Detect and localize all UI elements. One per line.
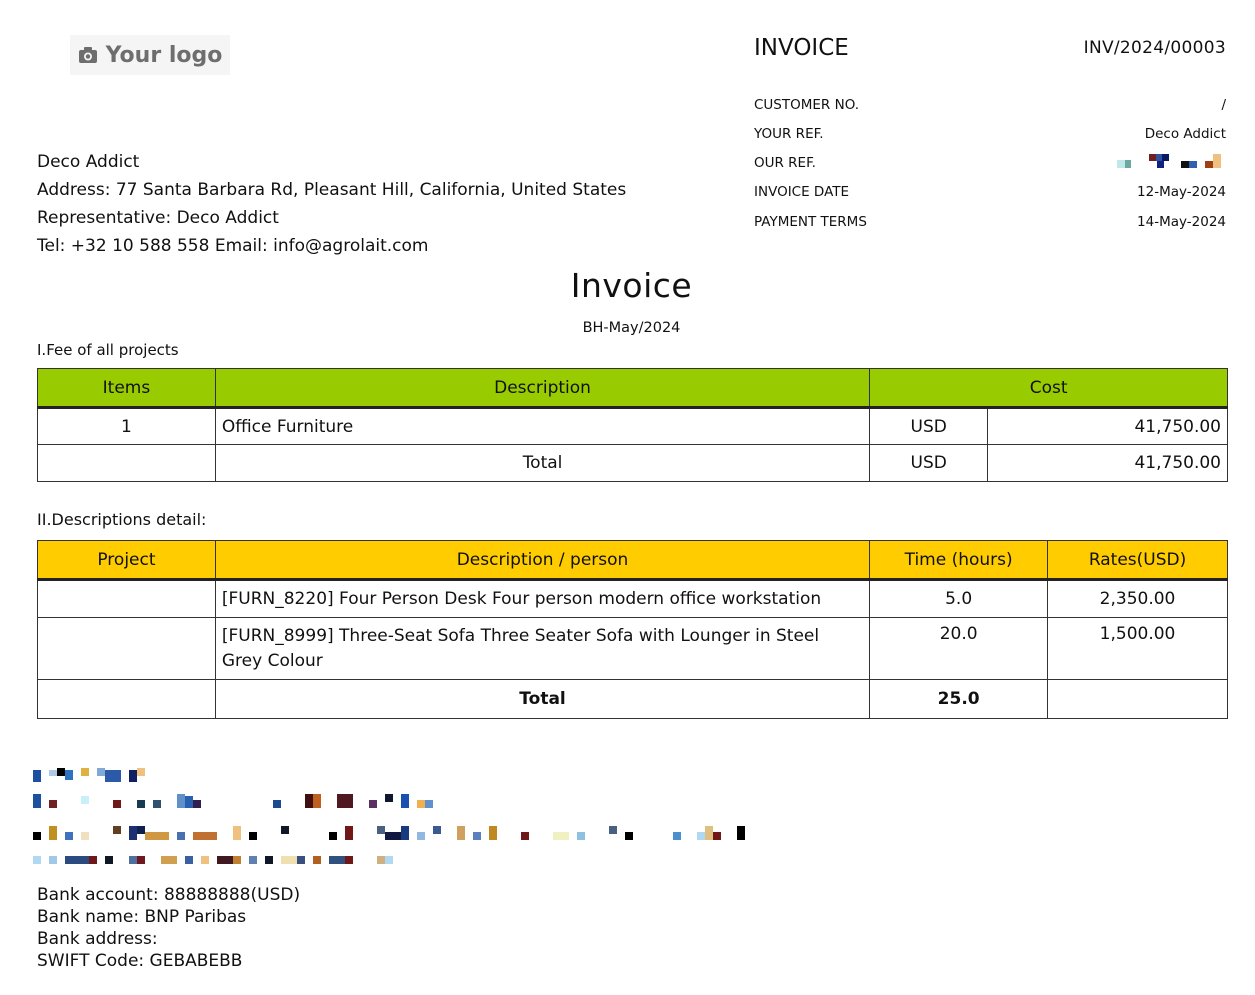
- table-row: [FURN_8999] Three-Seat Sofa Three Seater…: [37, 617, 1228, 680]
- description-cell: [FURN_8999] Three-Seat Sofa Three Seater…: [214, 617, 871, 680]
- redacted-text-block: [33, 768, 753, 868]
- rate-cell: 1,500.00: [1047, 617, 1228, 680]
- document-title: Invoice: [570, 266, 693, 305]
- meta-label: CUSTOMER NO.: [754, 97, 860, 113]
- document-subtitle: BH-May/2024: [582, 320, 681, 336]
- empty-cell: [1047, 679, 1228, 719]
- bank-details: Bank account: 88888888(USD) Bank name: B…: [37, 884, 300, 972]
- meta-value: 14-May-2024: [1137, 214, 1226, 230]
- total-label: Total: [214, 679, 871, 719]
- item-description: Office Furniture: [214, 407, 871, 445]
- column-header-description-person: Description / person: [214, 540, 871, 581]
- bank-address: Bank address:: [37, 929, 158, 949]
- bank-account: Bank account: 88888888(USD): [37, 885, 301, 905]
- redacted-our-ref: [1117, 154, 1227, 170]
- item-currency: USD: [869, 407, 989, 445]
- time-cell: 5.0: [869, 579, 1049, 618]
- column-header-items: Items: [37, 368, 216, 409]
- invoice-heading: INVOICE: [754, 35, 849, 61]
- meta-label: INVOICE DATE: [754, 184, 850, 200]
- empty-cell: [37, 679, 216, 719]
- fees-table: Items Description Cost 1 Office Furnitur…: [37, 368, 1228, 482]
- meta-value: 12-May-2024: [1137, 184, 1226, 200]
- table-header-row: Items Description Cost: [37, 368, 1228, 409]
- total-currency: USD: [869, 444, 989, 482]
- section-heading-details: II.Descriptions detail:: [37, 510, 207, 529]
- table-row: [FURN_8220] Four Person Desk Four person…: [37, 579, 1228, 618]
- column-header-rates: Rates(USD): [1047, 540, 1228, 581]
- meta-value: Deco Addict: [1144, 126, 1226, 142]
- meta-value: /: [1221, 97, 1226, 113]
- logo-text: Your logo: [105, 42, 223, 68]
- details-table: Project Description / person Time (hours…: [37, 540, 1228, 719]
- total-time: 25.0: [869, 679, 1049, 719]
- item-amount: 41,750.00: [987, 407, 1228, 445]
- project-cell: [37, 617, 216, 680]
- invoice-number: INV/2024/00003: [1083, 38, 1226, 58]
- bank-swift: SWIFT Code: GEBABEBB: [37, 951, 243, 971]
- total-amount: 41,750.00: [987, 444, 1228, 482]
- column-header-description: Description: [214, 368, 871, 409]
- bank-name: Bank name: BNP Paribas: [37, 907, 247, 927]
- customer-representative: Representative: Deco Addict: [37, 208, 279, 228]
- total-label: Total: [214, 444, 871, 482]
- customer-block: Deco Addict Address: 77 Santa Barbara Rd…: [37, 148, 626, 260]
- customer-address: Address: 77 Santa Barbara Rd, Pleasant H…: [37, 180, 627, 200]
- table-total-row: Total 25.0: [37, 679, 1228, 719]
- empty-cell: [37, 444, 216, 482]
- meta-label: OUR REF.: [754, 155, 816, 171]
- column-header-time: Time (hours): [869, 540, 1049, 581]
- table-row: 1 Office Furniture USD 41,750.00: [37, 407, 1228, 445]
- section-heading-fees: I.Fee of all projects: [37, 341, 179, 359]
- column-header-project: Project: [37, 540, 216, 581]
- column-header-cost: Cost: [869, 368, 1228, 409]
- table-header-row: Project Description / person Time (hours…: [37, 540, 1228, 581]
- meta-label: YOUR REF.: [754, 126, 824, 142]
- rate-cell: 2,350.00: [1047, 579, 1228, 618]
- customer-name: Deco Addict: [37, 152, 140, 172]
- customer-contact: Tel: +32 10 588 558 Email: info@agrolait…: [37, 236, 429, 256]
- table-total-row: Total USD 41,750.00: [37, 444, 1228, 482]
- time-cell: 20.0: [869, 617, 1049, 680]
- company-logo: Your logo: [70, 35, 230, 75]
- description-cell: [FURN_8220] Four Person Desk Four person…: [214, 579, 871, 618]
- meta-label: PAYMENT TERMS: [754, 214, 867, 230]
- project-cell: [37, 579, 216, 618]
- item-number: 1: [37, 407, 216, 445]
- camera-icon: [78, 46, 98, 64]
